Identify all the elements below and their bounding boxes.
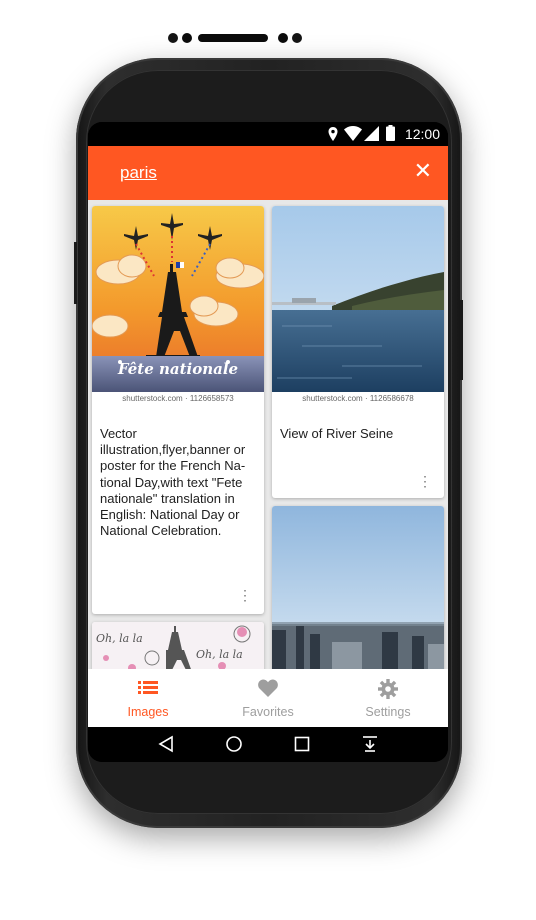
oh-la-la-pattern-image[interactable]: Oh, la la Oh, la la — [92, 622, 264, 669]
search-query[interactable]: paris — [120, 163, 157, 183]
more-options-icon[interactable]: ⋮ — [238, 588, 252, 602]
battery-icon — [386, 125, 395, 141]
screen: 12:00 paris ✕ Fête nationale shutterstoc… — [88, 122, 448, 762]
image-card[interactable]: Fête nationale shutterstock.com · 112665… — [92, 206, 264, 614]
notification-shade-icon[interactable] — [362, 735, 378, 753]
status-bar: 12:00 — [88, 122, 448, 146]
system-navigation-bar — [88, 727, 448, 762]
status-time: 12:00 — [404, 126, 440, 142]
image-credit: shutterstock.com · 1126586678 — [302, 394, 414, 403]
nav-images[interactable]: Images — [88, 669, 208, 727]
paris-skyline-image[interactable] — [272, 506, 444, 669]
nav-images-label: Images — [127, 705, 169, 719]
recents-icon[interactable] — [294, 736, 310, 752]
image-caption: View of River Seine — [280, 426, 394, 441]
image-grid: Fête nationale shutterstock.com · 112665… — [88, 200, 448, 669]
fete-nationale-lettering: Fête nationale — [117, 360, 238, 378]
image-card[interactable] — [272, 506, 444, 669]
gear-icon — [378, 679, 398, 699]
signal-icon — [364, 126, 379, 141]
nav-favorites-label: Favorites — [242, 705, 294, 719]
image-card[interactable]: Oh, la la Oh, la la — [92, 622, 264, 669]
nav-settings[interactable]: Settings — [328, 669, 448, 727]
more-options-icon[interactable]: ⋮ — [418, 474, 432, 488]
nav-favorites[interactable]: Favorites — [208, 669, 328, 727]
wifi-icon — [344, 126, 362, 141]
image-caption: Vector illustration,flyer,banner or post… — [100, 426, 246, 539]
location-icon — [328, 127, 338, 141]
river-seine-image[interactable] — [272, 206, 444, 392]
oh-la-la-lettering: Oh, la la — [96, 632, 143, 645]
fete-nationale-image[interactable]: Fête nationale — [92, 206, 264, 392]
image-credit: shutterstock.com · 1126658573 — [122, 394, 234, 403]
bottom-navigation: Images Favorites Settings — [88, 669, 448, 727]
power-button — [460, 300, 463, 380]
list-icon — [138, 681, 158, 694]
close-icon[interactable]: ✕ — [414, 160, 432, 182]
back-icon[interactable] — [158, 735, 174, 753]
heart-icon — [258, 679, 278, 697]
search-app-bar: paris ✕ — [88, 146, 448, 200]
image-card[interactable]: shutterstock.com · 1126586678 View of Ri… — [272, 206, 444, 498]
phone-earpiece — [160, 32, 306, 44]
volume-button — [74, 242, 77, 304]
nav-settings-label: Settings — [365, 705, 411, 719]
home-icon[interactable] — [225, 735, 243, 753]
oh-la-la-lettering: Oh, la la — [196, 648, 243, 661]
